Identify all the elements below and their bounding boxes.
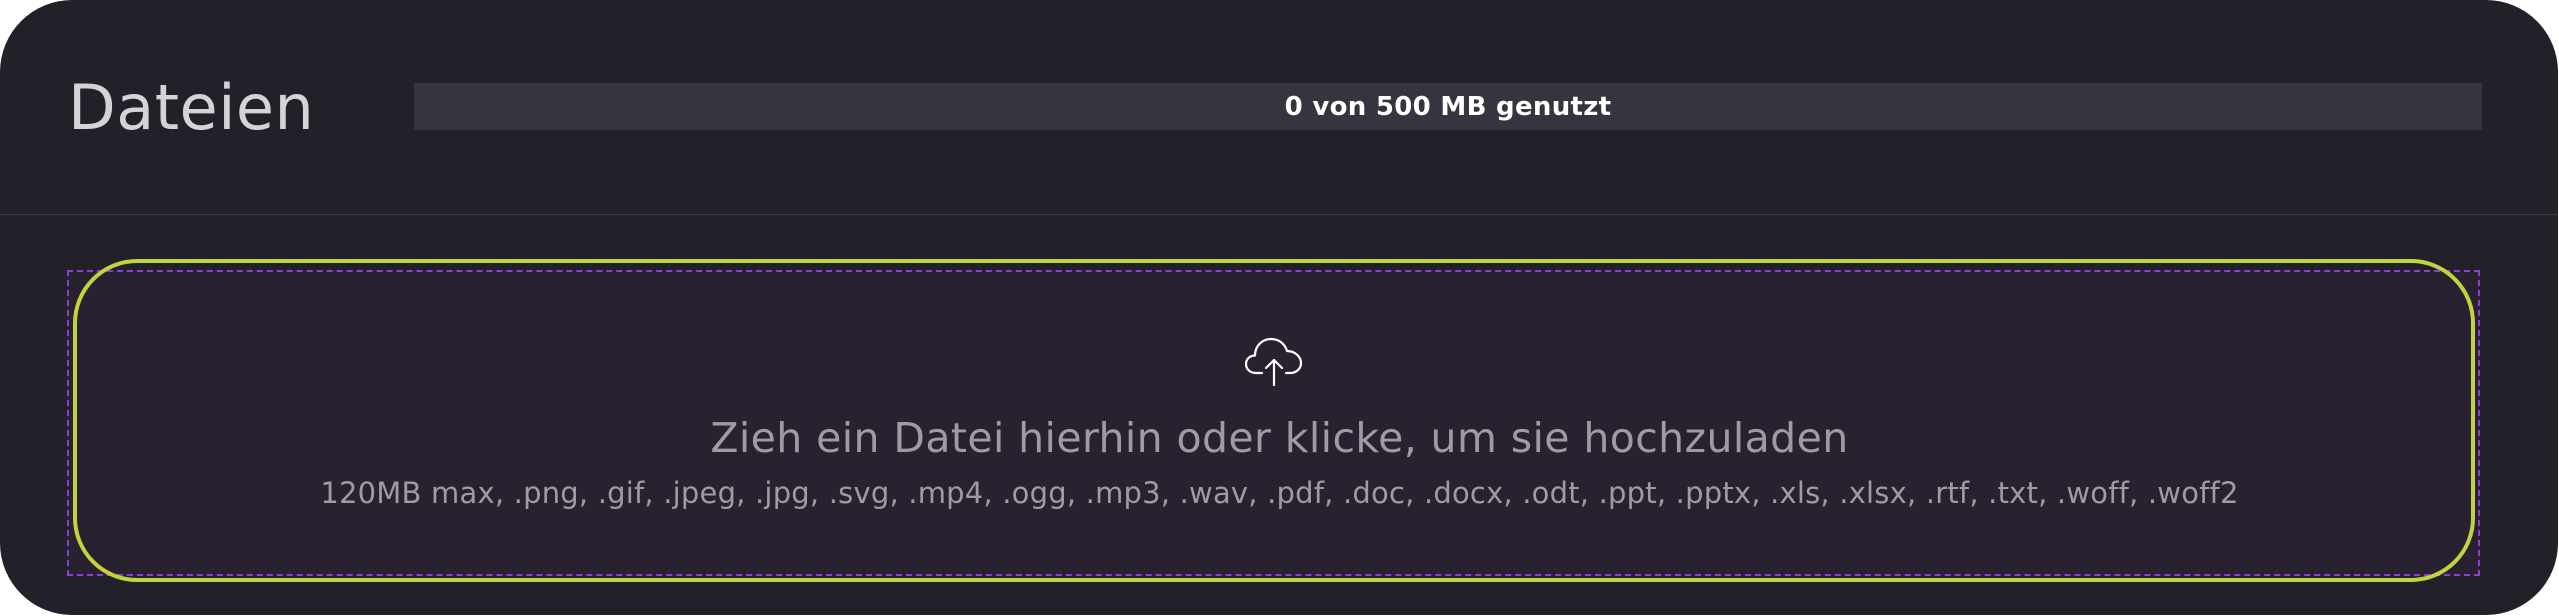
storage-usage-bar: 0 von 500 MB genutzt (414, 83, 2482, 130)
header-divider (0, 214, 2558, 215)
page-title: Dateien (68, 71, 315, 144)
upload-file-types-hint: 120MB max, .png, .gif, .jpeg, .jpg, .svg… (320, 476, 2239, 510)
storage-usage-label: 0 von 500 MB genutzt (1284, 91, 1612, 122)
cloud-upload-icon (1244, 337, 1303, 387)
files-panel: Dateien 0 von 500 MB genutzt Zieh ein Da… (0, 0, 2558, 615)
upload-prompt: Zieh ein Datei hierhin oder klicke, um s… (710, 414, 1849, 462)
